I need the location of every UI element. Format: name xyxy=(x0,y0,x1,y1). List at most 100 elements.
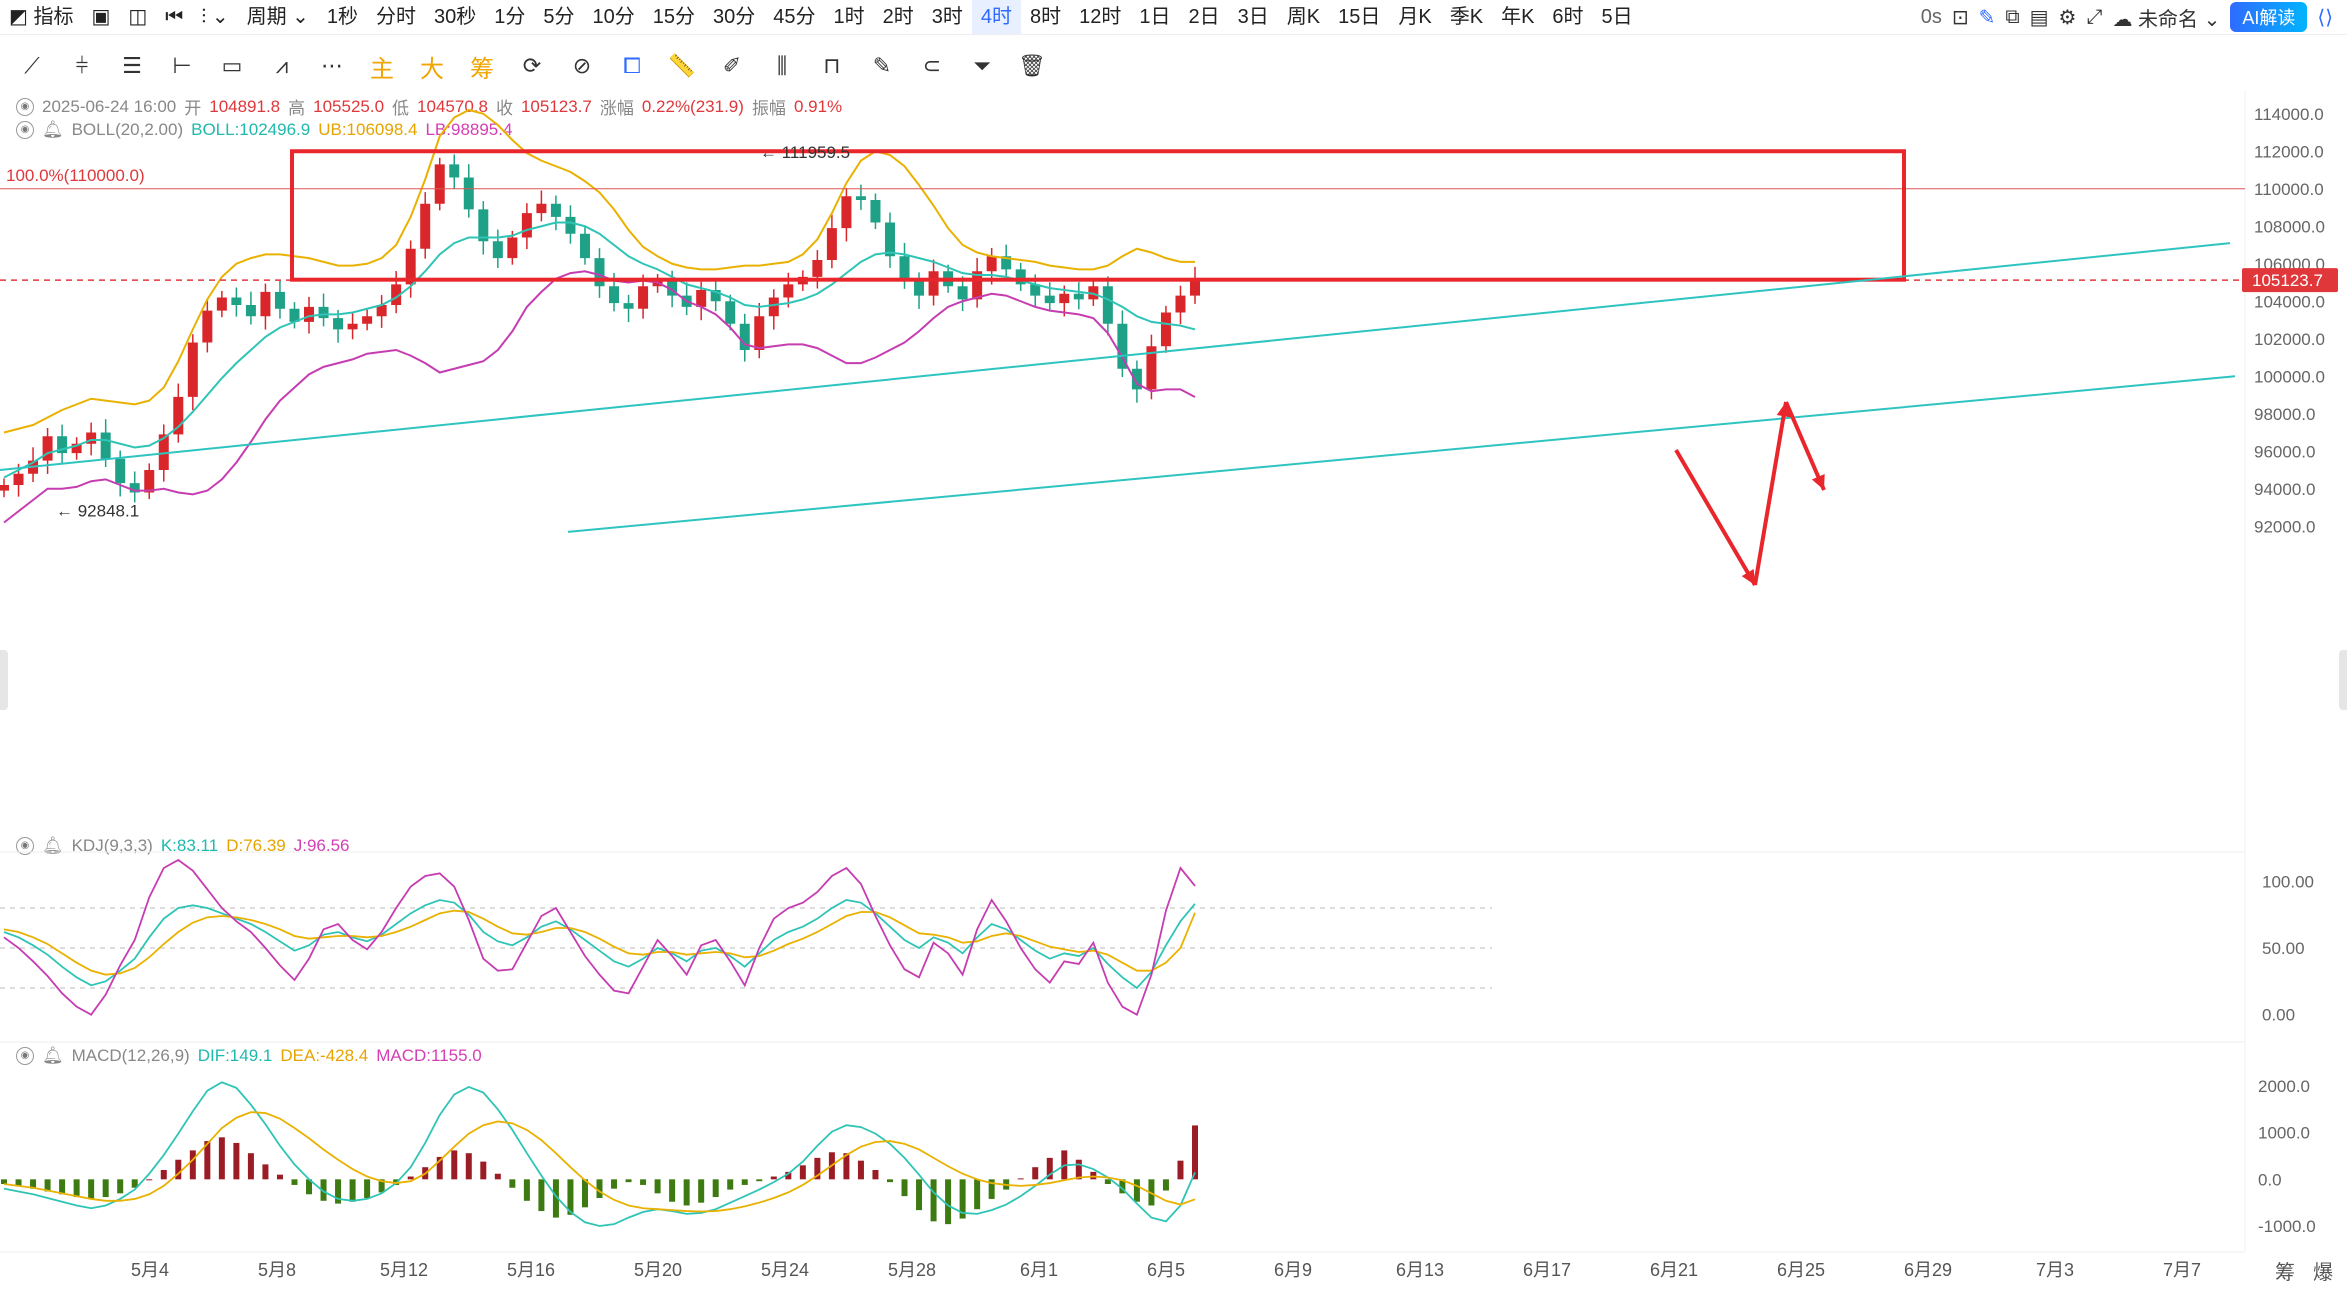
line-tool-icon[interactable]: ⟋ xyxy=(16,50,48,82)
main-chart-tag[interactable]: 主 xyxy=(366,50,398,83)
pattern-tool-icon[interactable]: ⩘ xyxy=(266,50,298,82)
macd-legend: ◉ 🔔︎ MACD(12,26,9) DIF:149.1 DEA:-428.4 … xyxy=(16,1046,482,1066)
period-dropdown[interactable]: 周期 ⌄ xyxy=(238,0,318,34)
main-ytick: 94000.0 xyxy=(2254,480,2315,499)
period-3[interactable]: 1分 xyxy=(485,0,534,34)
camera-icon[interactable]: ⊡ xyxy=(1952,5,1969,30)
alert-bell-icon[interactable]: 🔔︎ xyxy=(42,1046,64,1066)
period-1[interactable]: 分时 xyxy=(367,0,425,34)
sync-draw-icon[interactable]: ⟳ xyxy=(516,50,548,82)
burst-corner-label[interactable]: 爆 xyxy=(2313,1256,2333,1285)
period-2[interactable]: 30秒 xyxy=(425,0,485,34)
horizontal-lines-tool-icon[interactable]: ☰ xyxy=(116,50,148,82)
settings-gear-icon[interactable]: ⚙ xyxy=(2059,5,2077,30)
template-icon[interactable]: ▤ xyxy=(2030,5,2049,30)
period-22[interactable]: 年K xyxy=(1492,0,1543,34)
main-ytick: 100000.0 xyxy=(2254,367,2325,386)
period-9[interactable]: 1时 xyxy=(825,0,874,34)
period-24[interactable]: 5日 xyxy=(1593,0,1642,34)
boll-upper-line xyxy=(3,108,1196,434)
macd-histogram-bar xyxy=(727,1179,734,1190)
period-8[interactable]: 45分 xyxy=(764,0,824,34)
amplitude-value: 0.91% xyxy=(793,96,843,116)
right-collapse-handle[interactable] xyxy=(2339,650,2347,710)
period-10[interactable]: 2时 xyxy=(874,0,923,34)
period-16[interactable]: 2日 xyxy=(1180,0,1229,34)
period-23[interactable]: 6时 xyxy=(1543,0,1592,34)
big-order-tag[interactable]: 大 xyxy=(416,50,448,83)
bookmark-icon[interactable]: ⧠ xyxy=(616,50,648,82)
hide-draw-icon[interactable]: ⊘ xyxy=(566,50,598,82)
macd-histogram-bar xyxy=(436,1156,443,1180)
kdj-ytick: 0.00 xyxy=(2262,1006,2295,1025)
filter-icon[interactable]: ⏷ xyxy=(966,50,998,82)
period-5[interactable]: 10分 xyxy=(584,0,644,34)
kdj-ytick: 100.00 xyxy=(2262,872,2314,891)
eye-icon[interactable]: ◉ xyxy=(16,97,34,116)
period-12[interactable]: 4时 xyxy=(971,0,1022,34)
magnet-icon[interactable]: ⊂ xyxy=(916,50,948,82)
current-price-label: 105123.7 xyxy=(2252,271,2323,290)
layout-icon[interactable]: ◫ xyxy=(119,0,156,34)
expand-icon[interactable]: ⤢ xyxy=(2086,6,2102,29)
kdj-j-line xyxy=(3,858,1196,1016)
indicators-button[interactable]: ◩ 指标 xyxy=(0,0,82,34)
period-17[interactable]: 3日 xyxy=(1229,0,1278,34)
period-15[interactable]: 1日 xyxy=(1130,0,1179,34)
period-20[interactable]: 月K xyxy=(1389,0,1440,34)
macd-histogram-bar xyxy=(1003,1179,1010,1190)
cloud-save-dropdown[interactable]: ☁ 未命名 ⌄ xyxy=(2112,3,2220,32)
macd-histogram-bar xyxy=(451,1150,458,1180)
resistance-box xyxy=(290,149,1906,282)
period-14[interactable]: 12时 xyxy=(1070,0,1130,34)
share-icon[interactable]: ⟨⟩ xyxy=(2317,5,2333,30)
candle-compare-icon[interactable]: ⫼ xyxy=(766,50,798,82)
more-tools-icon[interactable]: ⋯ xyxy=(316,50,348,82)
macd-histogram-bar xyxy=(945,1179,952,1225)
candle-body xyxy=(667,280,678,296)
eye-icon[interactable]: ◉ xyxy=(16,121,34,139)
xtick-label: 6月21 xyxy=(1650,1260,1698,1280)
indicator-icon: ◩ xyxy=(9,6,34,28)
alert-bell-icon[interactable]: 🔔︎ xyxy=(42,120,64,140)
macd-dea: DEA:-428.4 xyxy=(280,1046,369,1065)
period-7[interactable]: 30分 xyxy=(704,0,764,34)
period-18[interactable]: 周K xyxy=(1278,0,1329,34)
chart-type-icon[interactable]: ⫶ ⌄ xyxy=(192,0,237,34)
horizontal-ray-tool-icon[interactable]: ⊢ xyxy=(166,50,198,82)
period-0[interactable]: 1秒 xyxy=(318,0,367,34)
ai-analysis-button[interactable]: AI解读 xyxy=(2230,2,2308,32)
period-11[interactable]: 3时 xyxy=(923,0,972,34)
lock-icon[interactable]: ⊓ xyxy=(816,50,848,82)
left-collapse-handle[interactable] xyxy=(0,650,8,710)
eye-icon[interactable]: ◉ xyxy=(16,1047,34,1065)
candle-body xyxy=(899,256,910,281)
macd-histogram-bar xyxy=(1032,1167,1039,1180)
period-6[interactable]: 15分 xyxy=(644,0,704,34)
trash-icon[interactable]: 🗑 xyxy=(1016,50,1048,82)
note-icon[interactable]: ✎ xyxy=(866,50,898,82)
parallel-line-tool-icon[interactable]: ⫩ xyxy=(66,50,98,82)
chip-tag[interactable]: 筹 xyxy=(466,50,498,83)
fullscreen-window-icon[interactable]: ⧉ xyxy=(2005,6,2019,29)
period-19[interactable]: 15日 xyxy=(1329,0,1389,34)
calendar-icon[interactable]: ▣ xyxy=(82,0,119,34)
macd-histogram-bar xyxy=(1104,1179,1111,1184)
macd-histogram-bar xyxy=(857,1160,864,1180)
chart-canvas[interactable]: 114000.0 112000.0 110000.0 108000.0 106000.0… xyxy=(0,0,2347,1296)
ruler-icon[interactable]: 📏 xyxy=(666,50,698,82)
brush-icon[interactable]: ✐ xyxy=(716,50,748,82)
pencil-icon[interactable]: ✎ xyxy=(1979,5,1996,30)
period-21[interactable]: 季K xyxy=(1441,0,1492,34)
macd-histogram-bar xyxy=(407,1176,414,1180)
period-13[interactable]: 8时 xyxy=(1021,0,1070,34)
macd-histogram-bar xyxy=(567,1179,574,1215)
replay-icon[interactable]: ⏮ xyxy=(156,0,192,34)
period-4[interactable]: 5分 xyxy=(534,0,583,34)
candle-body xyxy=(884,222,895,257)
eye-icon[interactable]: ◉ xyxy=(16,837,34,855)
candle-body xyxy=(304,306,315,322)
chip-corner-label[interactable]: 筹 xyxy=(2275,1256,2295,1285)
rectangle-tool-icon[interactable]: ▭ xyxy=(216,50,248,82)
alert-bell-icon[interactable]: 🔔︎ xyxy=(42,836,64,856)
